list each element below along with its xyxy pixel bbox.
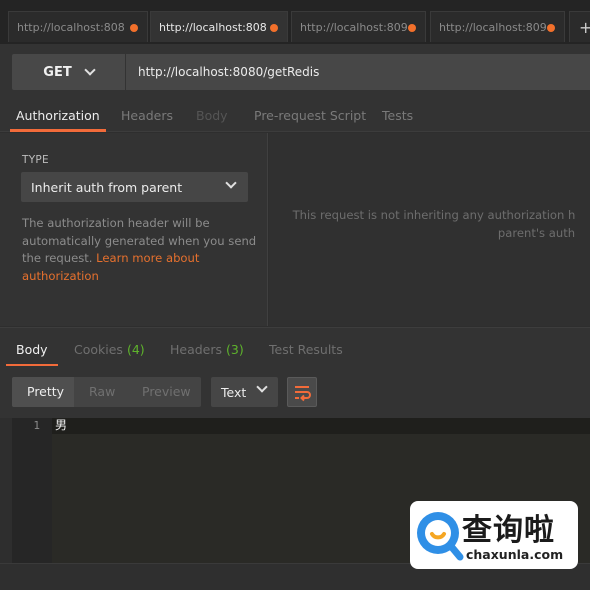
wrap-lines-icon <box>295 386 311 402</box>
auth-description-line: automatically generated when you send <box>22 233 257 248</box>
pretty-button[interactable]: Pretty <box>27 384 64 399</box>
chevron-down-icon <box>84 64 96 76</box>
auth-type-value: Inherit auth from parent <box>31 179 183 195</box>
request-tab-label: http://localhost:808 <box>159 20 267 34</box>
tab-authorization[interactable]: Authorization <box>16 108 100 123</box>
cookies-count-badge: (4) <box>126 342 145 357</box>
magnifier-logo-icon <box>417 512 464 561</box>
tab-cookies[interactable]: Cookies (4) <box>74 342 145 357</box>
auth-description-line: the request. Learn more about <box>22 250 258 268</box>
learn-more-link-continued[interactable]: authorization <box>22 268 258 286</box>
chevron-down-icon <box>256 381 268 393</box>
learn-more-link[interactable]: Learn more about <box>96 251 199 265</box>
unsaved-dot-icon <box>270 24 278 32</box>
preview-button[interactable]: Preview <box>142 384 191 399</box>
response-section-tabs: Body Cookies (4) Headers (3) Test Result… <box>0 327 590 367</box>
tab-response-headers[interactable]: Headers (3) <box>170 342 244 357</box>
auth-type-select[interactable]: Inherit auth from parent <box>21 172 248 202</box>
request-tab-3[interactable]: http://localhost:809 <box>291 11 426 42</box>
line-number: 1 <box>33 419 40 432</box>
plus-icon: + <box>579 17 590 37</box>
request-section-tabs: Authorization Headers Body Pre-request S… <box>0 100 590 132</box>
auth-info-panel: This request is not inheriting any autho… <box>269 133 590 326</box>
auth-description-line: The authorization header will be <box>22 216 210 230</box>
tab-body[interactable]: Body <box>196 108 228 123</box>
tab-cookies-label: Cookies <box>74 342 123 357</box>
new-tab-button[interactable]: + <box>569 11 590 42</box>
url-input[interactable]: http://localhost:8080/getRedis <box>126 54 590 90</box>
tab-headers[interactable]: Headers <box>121 108 173 123</box>
auth-description-text: the request. <box>22 251 97 265</box>
request-tab-label: http://localhost:809 <box>439 20 547 34</box>
unsaved-dot-icon <box>408 24 416 32</box>
request-tab-label: http://localhost:809 <box>300 20 408 34</box>
tab-tests[interactable]: Tests <box>382 108 413 123</box>
request-tab-2[interactable]: http://localhost:808 <box>150 11 288 42</box>
request-tab-label: http://localhost:808 <box>17 20 125 34</box>
response-type-value: Text <box>221 384 247 400</box>
tab-pre-request-script[interactable]: Pre-request Script <box>254 108 366 123</box>
url-value: http://localhost:8080/getRedis <box>138 65 320 79</box>
tab-response-body[interactable]: Body <box>16 342 48 357</box>
unsaved-dot-icon <box>130 24 138 32</box>
watermark-logo: 查询啦 chaxunla.com <box>400 495 582 571</box>
auth-message-line: parent's auth <box>497 225 576 240</box>
auth-settings-panel: TYPE Inherit auth from parent The author… <box>0 133 268 326</box>
headers-count-badge: (3) <box>226 342 244 357</box>
auth-type-label: TYPE <box>22 154 49 166</box>
watermark-url: chaxunla.com <box>466 547 564 562</box>
request-tab-4[interactable]: http://localhost:809 <box>430 11 565 42</box>
chevron-down-icon <box>225 177 237 189</box>
url-bar: GET http://localhost:8080/getRedis <box>0 44 590 100</box>
method-select[interactable]: GET <box>12 54 125 90</box>
format-button-group: Pretty Raw Preview <box>12 377 201 407</box>
wrap-lines-button[interactable] <box>287 377 317 407</box>
line-number-gutter: 1 <box>12 418 52 563</box>
unsaved-dot-icon <box>547 24 555 32</box>
request-tab-strip: http://localhost:808 http://localhost:80… <box>0 0 590 44</box>
method-label: GET <box>43 64 72 80</box>
code-line: 男 <box>52 418 590 434</box>
watermark-title: 查询啦 <box>462 513 555 548</box>
auth-inherit-message: This request is not inheriting any autho… <box>269 207 590 242</box>
raw-button[interactable]: Raw <box>89 384 115 399</box>
auth-message-line: This request is not inheriting any autho… <box>292 208 576 222</box>
tab-headers-label: Headers <box>170 342 223 357</box>
response-toolbar: Pretty Raw Preview Text <box>0 366 590 418</box>
response-type-select[interactable]: Text <box>211 377 278 407</box>
tab-test-results[interactable]: Test Results <box>269 342 343 357</box>
active-tab-indicator <box>10 129 106 132</box>
auth-description: The authorization header will be automat… <box>22 215 258 285</box>
request-tab-1[interactable]: http://localhost:808 <box>8 11 148 42</box>
